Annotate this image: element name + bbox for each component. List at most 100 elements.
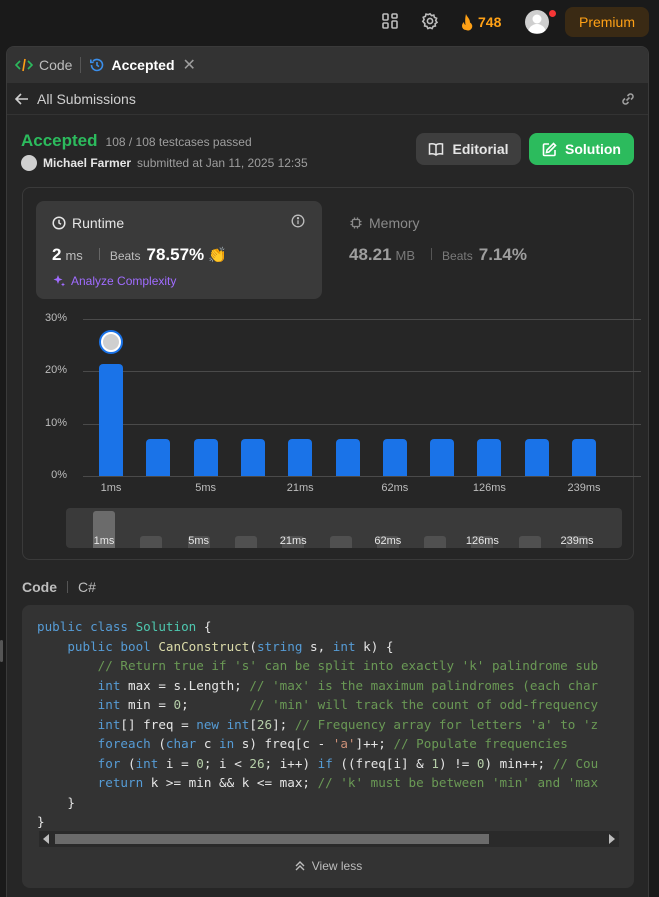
memory-unit: MB xyxy=(395,248,416,263)
memory-stats: 48.21 MB Beats 7.14% xyxy=(349,245,527,265)
minimap-bar xyxy=(140,535,163,548)
chart-bar[interactable] xyxy=(193,438,218,476)
divider xyxy=(67,581,68,593)
layout-icon[interactable] xyxy=(381,12,401,32)
minimap-label: 1ms xyxy=(93,535,115,547)
avatar[interactable] xyxy=(21,155,37,171)
memory-tab[interactable]: Memory xyxy=(349,215,420,231)
horizontal-scrollbar[interactable] xyxy=(39,831,619,847)
solution-button[interactable]: Solution xyxy=(529,133,634,165)
analyze-complexity-label: Analyze Complexity xyxy=(71,274,177,288)
edit-icon xyxy=(542,141,557,156)
avatar xyxy=(103,334,119,350)
tab-bar: Code Accepted ✕ xyxy=(7,47,648,83)
sparkle-icon xyxy=(53,275,65,287)
editorial-label: Editorial xyxy=(452,141,509,157)
avatar[interactable] xyxy=(525,10,549,34)
chart-bar[interactable] xyxy=(240,438,265,476)
memory-value: 48.21 xyxy=(349,245,392,264)
view-less-label: View less xyxy=(311,859,363,873)
chart-bar[interactable] xyxy=(430,438,455,476)
divider xyxy=(431,248,433,260)
gridline xyxy=(83,371,641,373)
x-tick-label: 5ms xyxy=(195,482,216,494)
code-viewer[interactable]: public class Solution { public bool CanC… xyxy=(22,605,634,888)
tab-accepted[interactable]: Accepted ✕ xyxy=(81,47,203,83)
chart-bar[interactable] xyxy=(335,438,360,476)
arrow-left-icon xyxy=(15,92,28,105)
chart-bar[interactable] xyxy=(382,438,407,476)
chart-bar[interactable] xyxy=(288,438,313,476)
clock-icon xyxy=(52,216,66,230)
tab-code[interactable]: Code xyxy=(7,47,80,83)
fire-icon xyxy=(462,14,473,31)
editorial-button[interactable]: Editorial xyxy=(416,133,521,165)
memory-beats-label: Beats xyxy=(442,249,473,263)
runtime-beats-label: Beats xyxy=(109,249,141,263)
chart-range-slider[interactable]: 1ms 5ms 21ms 62ms 126ms 239ms xyxy=(66,508,622,548)
x-tick-label: 1ms xyxy=(100,482,122,494)
submission-status: Accepted 108 / 108 testcases passed xyxy=(21,131,252,151)
y-tick-label: 0% xyxy=(51,469,67,481)
chart-bar[interactable] xyxy=(146,438,171,476)
user-name[interactable]: Michael Farmer xyxy=(43,156,131,170)
clap-emoji: 👏 xyxy=(208,247,227,264)
runtime-title-label: Runtime xyxy=(72,215,125,231)
resize-handle[interactable] xyxy=(0,640,3,662)
runtime-distribution-chart: 30% 20% 10% 0% 1ms 5ms 21ms 62ms 126ms 239ms xyxy=(23,312,641,503)
minimap-label: 21ms xyxy=(279,535,307,547)
scrollbar-thumb[interactable] xyxy=(55,834,489,844)
scroll-right-icon[interactable] xyxy=(609,834,615,844)
x-tick-label: 62ms xyxy=(381,482,409,494)
runtime-title: Runtime xyxy=(52,215,124,231)
tab-accepted-label: Accepted xyxy=(111,57,175,73)
runtime-card[interactable]: Runtime 2 ms Beats 78.57% 👏 Analyze Comp… xyxy=(36,201,322,299)
top-bar: 748 Premium xyxy=(0,0,659,44)
premium-button[interactable]: Premium xyxy=(565,7,649,37)
minimap-label: 5ms xyxy=(188,535,209,547)
sub-header: All Submissions xyxy=(7,83,648,115)
testcases-passed: 108 / 108 testcases passed xyxy=(105,135,252,149)
submitted-time: submitted at Jan 11, 2025 12:35 xyxy=(137,156,308,170)
all-submissions-label: All Submissions xyxy=(37,90,136,107)
submission-panel: Code Accepted ✕ All Submissions Accepted… xyxy=(6,46,649,897)
chart-bar[interactable] xyxy=(99,364,123,476)
divider xyxy=(98,248,100,260)
gridline xyxy=(83,319,641,320)
gridline xyxy=(83,476,641,477)
analyze-complexity-button[interactable]: Analyze Complexity xyxy=(52,274,176,288)
minimap-label: 239ms xyxy=(560,535,594,547)
gridline xyxy=(83,423,641,425)
runtime-unit: ms xyxy=(65,248,83,263)
chevron-up-icon xyxy=(295,861,305,871)
view-less-button[interactable]: View less xyxy=(22,859,634,873)
chart-bar[interactable] xyxy=(524,438,549,476)
streak-count: 748 xyxy=(478,14,502,30)
minimap-bar xyxy=(518,535,541,548)
code-icon xyxy=(15,58,33,72)
streak-counter[interactable]: 748 xyxy=(458,12,501,32)
link-icon[interactable] xyxy=(620,91,636,107)
close-icon[interactable]: ✕ xyxy=(183,55,196,75)
minimap-bar xyxy=(424,535,447,548)
y-tick-label: 20% xyxy=(44,364,67,377)
submitter-info: Michael Farmer submitted at Jan 11, 2025… xyxy=(21,155,308,171)
minimap-label: 62ms xyxy=(374,535,402,547)
runtime-stats: 2 ms Beats 78.57% 👏 xyxy=(52,245,227,265)
scroll-left-icon[interactable] xyxy=(43,834,49,844)
minimap-bar xyxy=(329,535,352,548)
notification-dot xyxy=(549,10,556,17)
gear-icon[interactable] xyxy=(421,12,441,32)
chart-bar[interactable] xyxy=(477,438,502,476)
chart-bar[interactable] xyxy=(572,438,596,476)
all-submissions-link[interactable]: All Submissions xyxy=(15,91,136,107)
code-section-header: Code C# xyxy=(22,579,96,595)
your-submission-marker xyxy=(99,330,123,354)
chip-icon xyxy=(350,217,362,229)
y-tick-label: 30% xyxy=(44,312,67,324)
code-content: public class Solution { public bool CanC… xyxy=(37,619,599,829)
solution-label: Solution xyxy=(565,141,621,157)
memory-title-label: Memory xyxy=(369,215,420,231)
info-icon[interactable] xyxy=(291,214,305,228)
stats-box: Runtime 2 ms Beats 78.57% 👏 Analyze Comp… xyxy=(22,187,641,560)
